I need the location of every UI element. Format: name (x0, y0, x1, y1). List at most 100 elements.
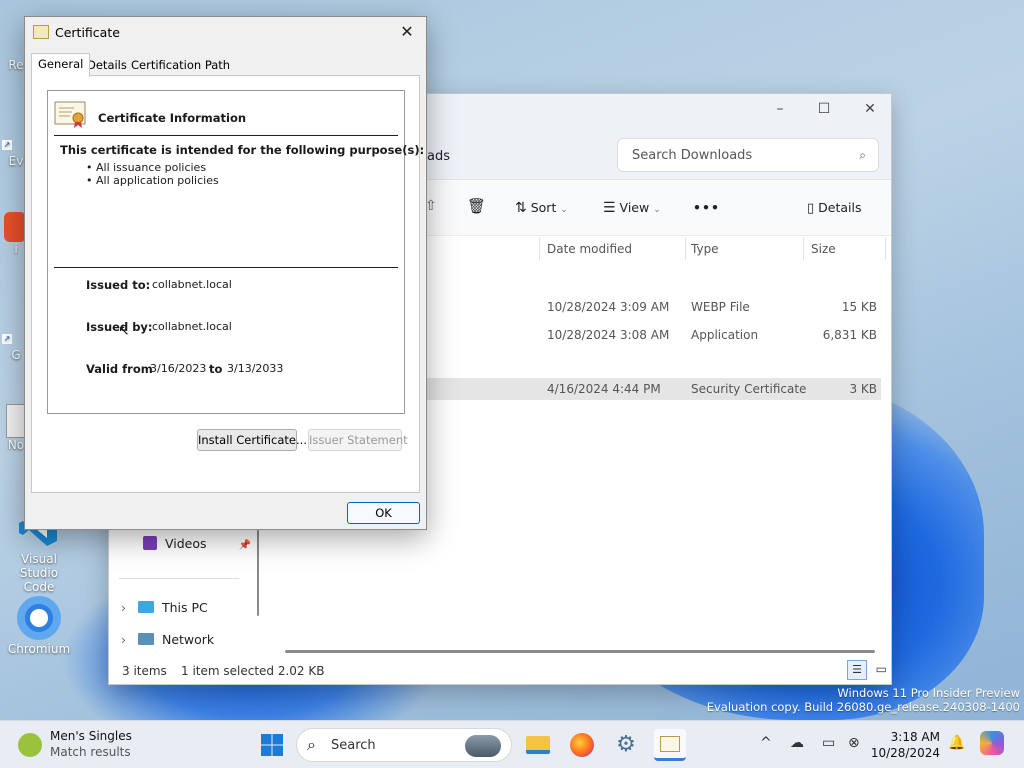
start-button[interactable] (256, 729, 288, 761)
issued-to-value: collabnet.local (152, 278, 232, 291)
taskbar: Men's Singles Match results ⌕ Search ⚙ ^… (0, 720, 1024, 768)
chevron-up-icon[interactable]: ^ (760, 735, 772, 751)
sort-button[interactable]: ⇅ Sort ⌄ (515, 200, 568, 216)
nav-item-network[interactable]: › Network (121, 632, 214, 654)
certificate-info-box: Certificate Information This certificate… (47, 90, 424, 414)
purpose-item: • All application policies (86, 174, 219, 187)
status-bar: 3 items 1 item selected 2.02 KB ☰ ▭ (109, 658, 891, 684)
close-icon[interactable]: ✕ (396, 21, 418, 43)
file-size: 3 KB (849, 382, 877, 396)
file-type: Security Certificate (691, 382, 807, 396)
details-view-icon[interactable]: ☰ (847, 660, 867, 680)
taskbar-settings[interactable]: ⚙ (610, 729, 642, 761)
item-count: 3 items (122, 664, 167, 678)
shortcut-arrow-icon: ↗ (2, 334, 12, 344)
valid-to-label: to (209, 362, 223, 376)
file-date: 10/28/2024 3:08 AM (547, 328, 670, 342)
column-date-modified[interactable]: Date modified (547, 242, 632, 256)
purpose-item: • All issuance policies (86, 161, 207, 174)
search-highlight-icon (465, 735, 501, 757)
clock[interactable]: 3:18 AM 10/28/2024 (871, 729, 940, 761)
details-pane-button[interactable]: ▯ Details (807, 200, 861, 216)
copilot-icon[interactable] (980, 731, 1004, 755)
valid-to-value: 3/13/2033 (227, 362, 284, 375)
taskbar-certificate[interactable] (654, 729, 686, 761)
desktop-icon-label: No (7, 438, 25, 452)
taskbar-search[interactable]: ⌕ Search (296, 728, 512, 762)
videos-folder-icon (143, 536, 157, 550)
desktop-icon-label: Chromium (7, 642, 71, 656)
column-separator[interactable] (885, 238, 886, 260)
desktop-icon-label: i (14, 242, 18, 256)
file-row-selected[interactable]: 4/16/2024 4:44 PM Security Certificate 3… (409, 378, 881, 400)
column-separator[interactable] (539, 238, 540, 260)
clock-date: 10/28/2024 (870, 746, 940, 760)
desktop-icon-label: Visual Studio Code (19, 552, 59, 594)
view-label: View (619, 200, 650, 215)
nav-scrollbar[interactable] (257, 530, 259, 616)
column-type[interactable]: Type (691, 242, 719, 256)
valid-from-value: 3/16/2023 (150, 362, 207, 375)
ok-button[interactable]: OK (347, 502, 420, 524)
file-row[interactable]: 10/28/2024 3:08 AM Application 6,831 KB (409, 324, 881, 346)
file-row[interactable]: 10/28/2024 3:09 AM WEBP File 15 KB (409, 296, 881, 318)
nav-item-label: Network (161, 632, 215, 647)
close-button[interactable]: ✕ (859, 100, 881, 118)
taskbar-file-explorer[interactable] (522, 729, 554, 761)
taskbar-search-label: Search (331, 738, 376, 753)
info-divider (54, 135, 398, 136)
minimize-button[interactable]: – (769, 100, 791, 118)
nav-item-label: Videos (164, 536, 207, 551)
valid-from-label: Valid from (86, 362, 153, 376)
general-tab-panel: Certificate Information This certificate… (31, 75, 424, 493)
monitor-icon (137, 601, 154, 613)
file-size: 15 KB (841, 300, 877, 314)
chevron-down-icon: ⌄ (653, 205, 661, 215)
taskbar-firefox[interactable] (566, 729, 598, 761)
file-type: Application (691, 328, 759, 342)
notepad-icon (6, 404, 26, 438)
chevron-right-icon[interactable]: › (121, 632, 126, 647)
column-separator[interactable] (803, 238, 804, 260)
breadcrumb[interactable]: ads (427, 149, 450, 164)
search-placeholder: Search Downloads (632, 148, 753, 163)
clock-time: 3:18 AM (890, 730, 940, 744)
search-icon: ⌕ (307, 735, 316, 754)
tab-general[interactable]: General (31, 53, 91, 77)
mouse-cursor-icon: ↖ (118, 323, 130, 339)
network-off-icon[interactable]: ☁ (790, 735, 804, 751)
desktop-icon-label: Re (8, 58, 24, 72)
display-icon[interactable]: ▭ (822, 735, 835, 751)
chevron-right-icon[interactable]: › (121, 600, 126, 615)
info-divider (54, 267, 398, 268)
file-date: 10/28/2024 3:09 AM (547, 300, 670, 314)
watermark-line: Windows 11 Pro Insider Preview (837, 686, 1020, 700)
maximize-button[interactable]: ☐ (813, 100, 835, 118)
network-icon (137, 633, 154, 645)
horizontal-scrollbar[interactable] (285, 650, 875, 653)
search-input[interactable]: Search Downloads ⌕ (617, 138, 879, 172)
view-button[interactable]: ☰ View ⌄ (603, 200, 661, 216)
watermark-line: Evaluation copy. Build 26080.ge_release.… (706, 700, 1020, 714)
audio-muted-icon[interactable]: ⊗ (848, 735, 860, 751)
windows-watermark: Windows 11 Pro Insider Preview Evaluatio… (707, 686, 1020, 714)
column-size[interactable]: Size (811, 242, 836, 256)
column-separator[interactable] (685, 238, 686, 260)
windows-logo-icon (261, 734, 283, 756)
purpose-heading: This certificate is intended for the fol… (60, 143, 425, 157)
notification-bell-icon[interactable]: 🔔 (948, 735, 965, 751)
nav-item-videos[interactable]: Videos 📌 (143, 536, 251, 558)
tab-certification-path[interactable]: Certification Path (125, 55, 236, 75)
delete-icon[interactable]: 🗑 (467, 197, 486, 215)
tiles-view-icon[interactable]: ▭ (876, 662, 887, 676)
more-options-button[interactable]: ••• (693, 200, 720, 215)
widget-subtitle: Match results (50, 745, 131, 759)
issued-to-label: Issued to: (86, 278, 151, 292)
nav-item-this-pc[interactable]: › This PC (121, 600, 208, 622)
gear-icon: ⚙ (616, 732, 636, 757)
pin-icon[interactable]: 📌 (239, 540, 251, 551)
issuer-statement-button[interactable]: Issuer Statement (308, 429, 408, 451)
install-certificate-button[interactable]: Install Certificate... (197, 429, 307, 451)
desktop-icon-chromium[interactable]: Chromium (4, 596, 74, 656)
nav-item-label: This PC (161, 600, 208, 615)
